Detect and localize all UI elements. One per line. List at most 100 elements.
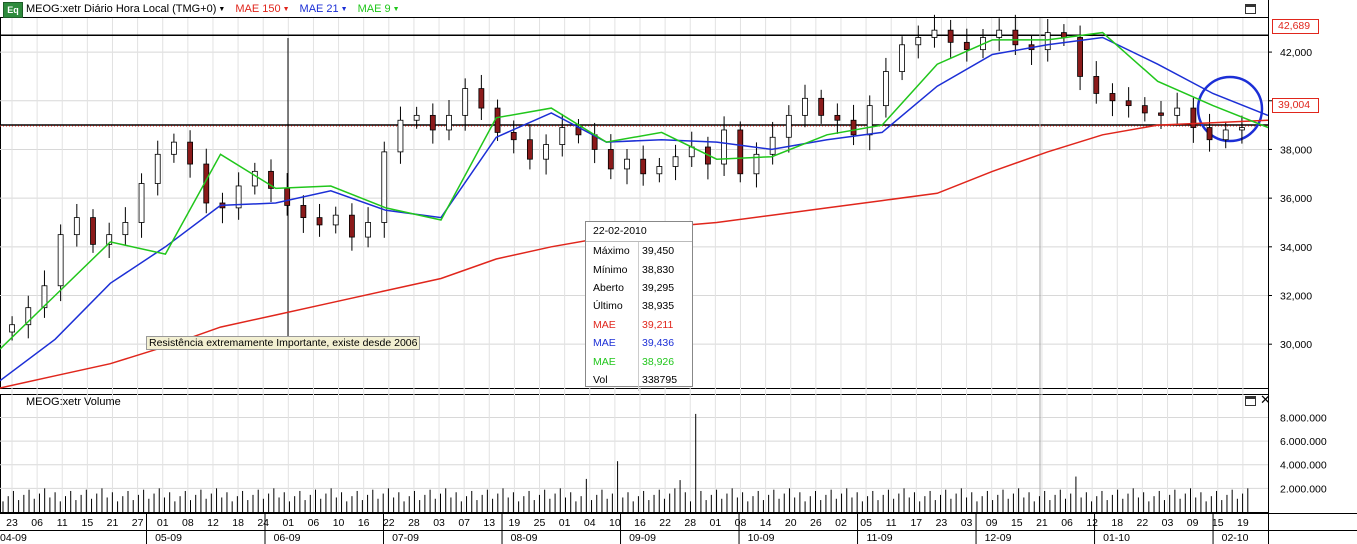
- price-box-resistance-top: 42,689: [1272, 19, 1319, 34]
- candle-body: [1206, 127, 1213, 141]
- day-tick-label: 18: [232, 517, 244, 529]
- vol-tick-label: 4.000.000: [1280, 460, 1327, 472]
- day-tick-label: 26: [810, 517, 822, 529]
- mae21-legend[interactable]: MAE 21 ▼: [300, 3, 348, 15]
- month-tick-label: 07-09: [392, 532, 419, 544]
- day-tick-label: 06: [1061, 517, 1073, 529]
- mae150-legend[interactable]: MAE 150 ▼: [235, 3, 289, 15]
- tooltip-date: 22-02-2010: [586, 222, 692, 242]
- day-tick-label: 28: [408, 517, 420, 529]
- day-tick-label: 11: [886, 517, 897, 529]
- day-tick-label: 15: [1011, 517, 1023, 529]
- day-tick-label: 17: [910, 517, 922, 529]
- day-tick-label: 23: [6, 517, 18, 529]
- candle-body: [834, 114, 841, 121]
- candle-body: [1093, 76, 1100, 94]
- tooltip-key: MAE: [593, 318, 616, 331]
- close-icon[interactable]: ✕: [1260, 393, 1271, 406]
- candle-body: [138, 183, 145, 223]
- data-tooltip: 22-02-2010 Máximo 39,450 Mínimo 38,830 Abert…: [585, 221, 693, 392]
- day-tick-label: 21: [107, 517, 119, 529]
- day-tick-label: 15: [1212, 517, 1224, 529]
- day-tick-label: 24: [257, 517, 269, 529]
- candle-body: [915, 37, 922, 46]
- candle-body: [413, 114, 420, 121]
- tooltip-value: 38,926: [642, 355, 675, 368]
- maximize-icon[interactable]: [1245, 4, 1256, 14]
- y-tick-label: 36,000: [1280, 193, 1312, 205]
- dropdown-icon[interactable]: ▼: [218, 6, 225, 13]
- tooltip-row: Mínimo 38,830: [586, 260, 692, 278]
- candle-body: [1190, 107, 1197, 128]
- candle-body: [446, 114, 452, 131]
- candle-body: [349, 214, 355, 238]
- day-tick-label: 03: [1162, 517, 1174, 529]
- tooltip-value: 39,295: [642, 281, 675, 294]
- day-tick-label: 01: [157, 517, 169, 529]
- candle-body: [1077, 37, 1083, 77]
- y-tick-label: 34,000: [1280, 242, 1312, 254]
- month-tick-label: 05-09: [155, 532, 182, 544]
- day-tick-label: 16: [634, 517, 646, 529]
- day-tick-label: 15: [82, 517, 94, 529]
- month-tick-label: 01-10: [1103, 532, 1130, 544]
- candle-body: [332, 214, 339, 226]
- candle-body: [381, 151, 388, 223]
- day-tick-label: 06: [31, 517, 43, 529]
- candle-body: [365, 222, 371, 238]
- day-tick-label: 04: [584, 517, 596, 529]
- candle-body: [73, 217, 80, 236]
- tooltip-key: Mínimo: [593, 263, 628, 276]
- candle-body: [57, 234, 64, 287]
- tooltip-row: MAE 39,211: [586, 316, 692, 334]
- app-logo: Eq: [3, 2, 23, 18]
- candle-body: [1012, 29, 1019, 46]
- day-tick-label: 10: [333, 517, 345, 529]
- candle-body: [996, 29, 1003, 38]
- candle-body: [187, 141, 193, 165]
- maximize-icon[interactable]: [1245, 396, 1256, 406]
- candle-body: [300, 205, 307, 219]
- tooltip-key: MAE: [593, 355, 616, 368]
- candle-body: [802, 97, 808, 116]
- tooltip-row: Aberto 39,295: [586, 279, 692, 297]
- candle-body: [478, 88, 485, 109]
- candle-body: [397, 119, 404, 153]
- dropdown-icon[interactable]: ▼: [341, 6, 348, 13]
- y-tick-label: 32,000: [1280, 291, 1312, 303]
- day-tick-label: 03: [961, 517, 973, 529]
- candle-body: [462, 88, 469, 116]
- tooltip-value: 39,211: [642, 318, 674, 331]
- day-tick-label: 28: [684, 517, 696, 529]
- candle-body: [607, 149, 614, 170]
- day-tick-label: 01: [282, 517, 294, 529]
- candle-body: [737, 129, 744, 175]
- tooltip-row: MAE 38,926: [586, 352, 692, 370]
- month-tick-label: 08-09: [511, 532, 538, 544]
- mae9-legend[interactable]: MAE 9 ▼: [358, 3, 400, 15]
- tooltip-key: Máximo: [593, 245, 630, 258]
- candle-body: [785, 114, 792, 138]
- candle-body: [1141, 105, 1148, 114]
- tooltip-value: 39,450: [642, 245, 675, 258]
- candle-body: [866, 105, 873, 136]
- day-tick-label: 23: [936, 517, 948, 529]
- chart-title[interactable]: MEOG:xetr Diário Hora Local (TMG+0) ▼: [26, 3, 225, 15]
- candle-body: [543, 144, 549, 160]
- tooltip-key: Vol: [593, 373, 608, 386]
- dropdown-icon[interactable]: ▼: [283, 6, 290, 13]
- candle-body: [510, 132, 517, 141]
- vol-tick-label: 8.000.000: [1280, 412, 1327, 424]
- price-box-resistance-main: 39,004: [1272, 98, 1319, 113]
- day-tick-label: 19: [509, 517, 521, 529]
- candle-body: [1125, 100, 1132, 107]
- day-tick-label: 20: [785, 517, 797, 529]
- tooltip-key: Último: [593, 300, 623, 313]
- dropdown-icon[interactable]: ▼: [393, 6, 400, 13]
- candle-body: [769, 136, 776, 155]
- volume-pane-title: MEOG:xetr Volume: [26, 396, 121, 408]
- candle-body: [931, 29, 938, 38]
- candle-body: [429, 114, 436, 131]
- month-tick-label: 04-09: [0, 532, 27, 544]
- month-tick-label: 02-10: [1222, 532, 1249, 544]
